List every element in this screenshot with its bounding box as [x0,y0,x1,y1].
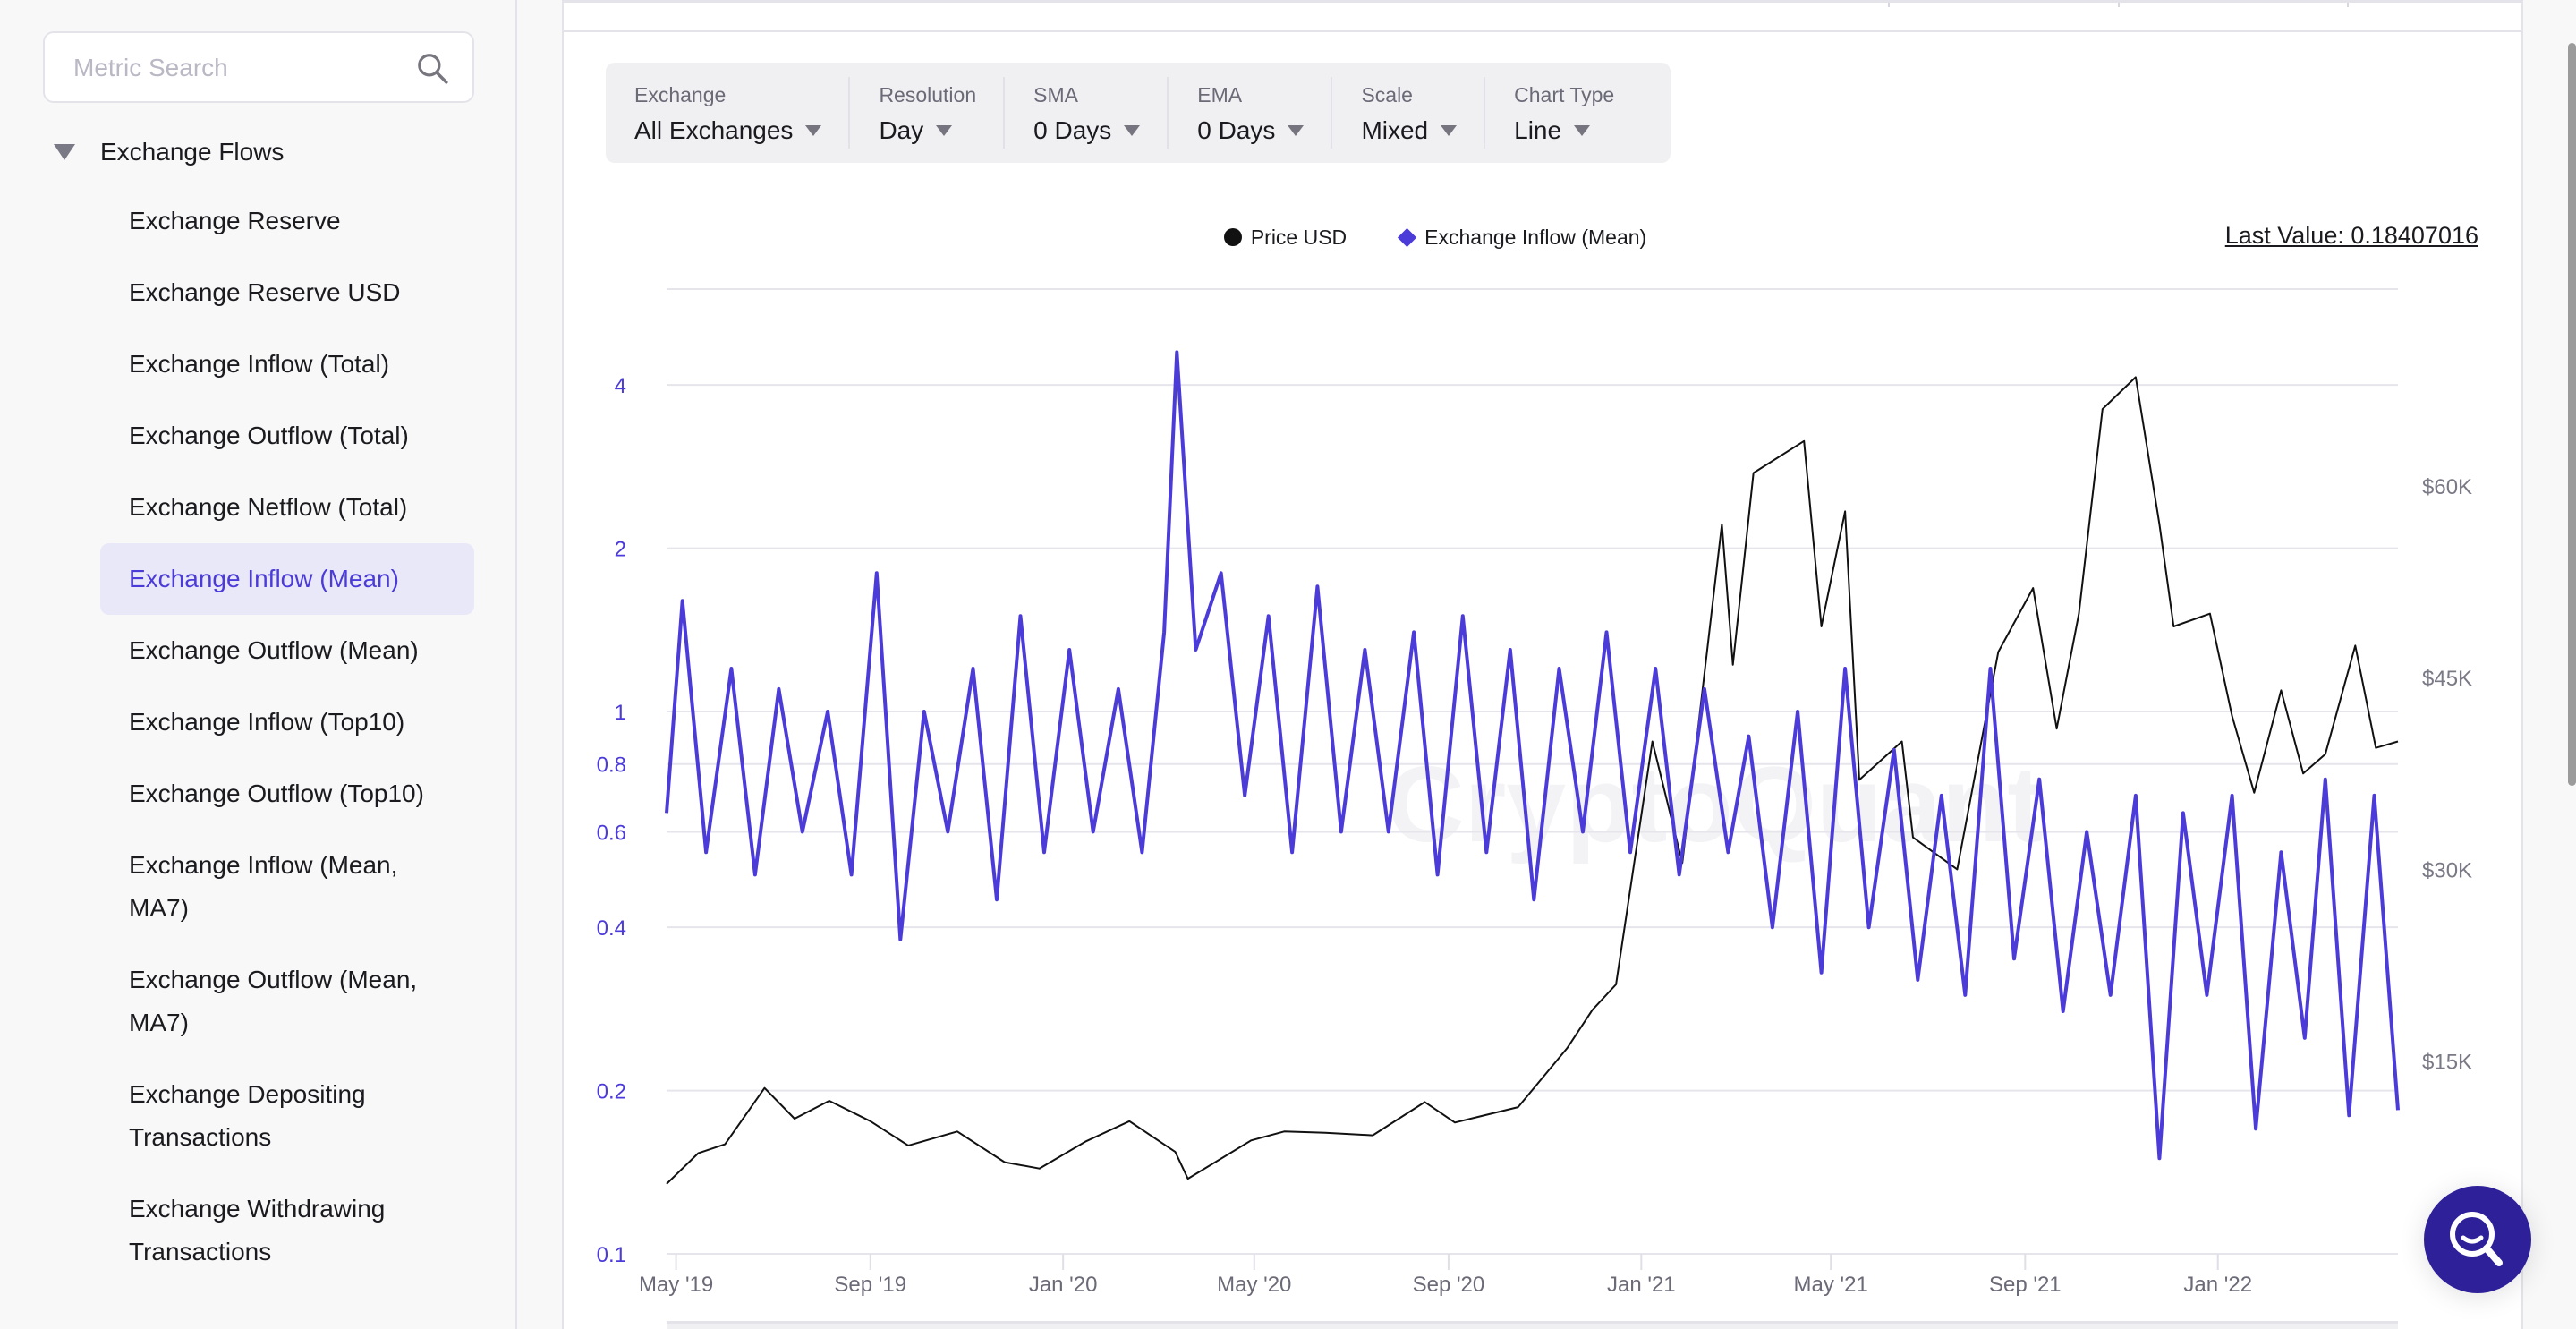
sidebar-item-exchange-outflow-total[interactable]: Exchange Outflow (Total) [100,400,474,472]
x-tick-label: Sep '19 [834,1273,906,1297]
y-tick-label-left: 2 [615,538,626,562]
search-assistant-icon [2450,1212,2503,1266]
metric-search-input[interactable] [72,33,415,103]
y-tick-label-right: $15K [2422,1051,2472,1075]
series-line-price-usd [666,376,2399,1185]
y-tick-label-left: 4 [615,374,626,398]
x-tick-label: Jan '22 [2183,1273,2252,1297]
category-label: Exchange Flows [100,138,285,166]
scrollbar-thumb[interactable] [2568,43,2576,786]
x-tick-label: Sep '21 [1989,1273,2062,1297]
x-tick-label: Sep '20 [1413,1273,1485,1297]
y-tick-label-left: 0.8 [597,754,626,778]
sidebar-item-exchange-inflow-top10[interactable]: Exchange Inflow (Top10) [100,686,474,758]
sidebar: Exchange Flows Exchange Reserve Exchange… [0,0,517,1329]
series-line-exchange-inflow-mean [665,350,2400,1161]
chart-panel: Exchange All Exchanges Resolution Day SM… [564,0,2521,1329]
y-tick-label-right: $60K [2422,475,2472,499]
metric-list: Exchange Reserve Exchange Reserve USD Ex… [100,185,474,1288]
sidebar-item-exchange-inflow-total[interactable]: Exchange Inflow (Total) [100,328,474,400]
chart-svg: 0.1 0.2 0.4 0.6 0.8 1 2 4 $15K $30K $45K $60K May '1… [597,288,2472,1297]
sidebar-item-exchange-outflow-mean[interactable]: Exchange Outflow (Mean) [100,615,474,686]
sidebar-item-exchange-inflow-mean[interactable]: Exchange Inflow (Mean) [100,543,474,615]
y-tick-label-left: 0.6 [597,821,626,845]
caret-down-icon [54,144,75,160]
x-tick-label: May '20 [1217,1273,1291,1297]
sidebar-item-exchange-depositing-transactions[interactable]: Exchange Depositing Transactions [100,1059,474,1173]
x-tick-label: May '19 [639,1273,713,1297]
sidebar-item-exchange-netflow-total[interactable]: Exchange Netflow (Total) [100,472,474,543]
sidebar-item-exchange-inflow-mean-ma7[interactable]: Exchange Inflow (Mean, MA7) [100,830,474,944]
y-tick-label-right: $30K [2422,858,2472,882]
y-tick-label-left: 0.1 [597,1243,626,1267]
range-navigator[interactable] [667,1321,2398,1329]
y-tick-label-left: 0.4 [597,916,626,941]
sidebar-item-exchange-outflow-top10[interactable]: Exchange Outflow (Top10) [100,758,474,830]
sidebar-item-exchange-reserve-usd[interactable]: Exchange Reserve USD [100,257,474,328]
x-tick-label: Jan '21 [1607,1273,1676,1297]
y-tick-label-left: 0.2 [597,1080,626,1104]
metric-search-box[interactable] [43,31,474,103]
search-assistant-button[interactable] [2424,1186,2531,1293]
sidebar-item-exchange-withdrawing-transactions[interactable]: Exchange Withdrawing Transactions [100,1173,474,1288]
sidebar-item-exchange-outflow-mean-ma7[interactable]: Exchange Outflow (Mean, MA7) [100,944,474,1059]
x-tick-label: Jan '20 [1029,1273,1098,1297]
x-tick-label: May '21 [1794,1273,1868,1297]
y-tick-label-left: 1 [615,701,626,725]
y-tick-label-right: $45K [2422,667,2472,691]
category-exchange-flows[interactable]: Exchange Flows [50,134,284,170]
sidebar-item-exchange-reserve[interactable]: Exchange Reserve [100,185,474,257]
search-icon[interactable] [415,51,449,85]
